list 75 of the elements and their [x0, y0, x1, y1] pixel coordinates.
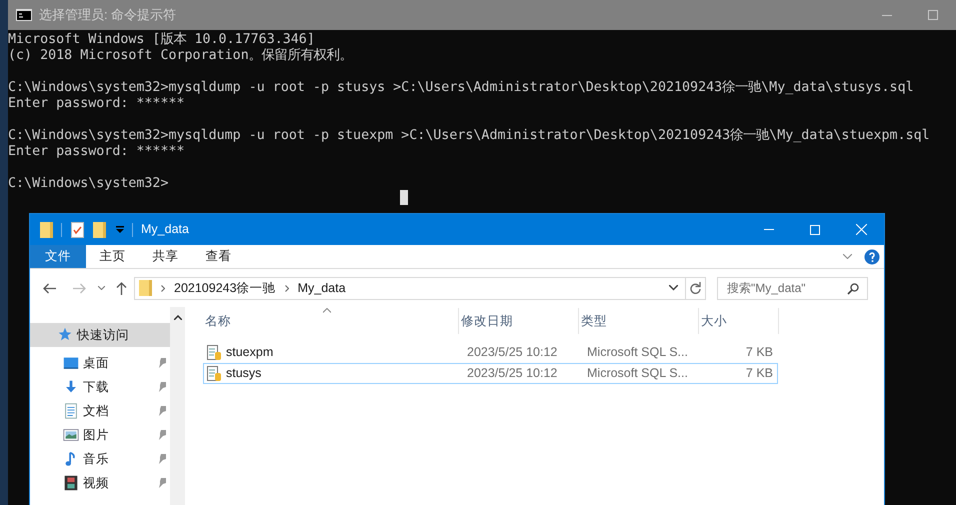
- file-row[interactable]: stuexpm 2023/5/25 10:12 Microsoft SQL S... 7 KB: [203, 342, 778, 363]
- refresh-icon[interactable]: [690, 282, 701, 294]
- console-icon: [16, 9, 32, 21]
- expand-ribbon-icon[interactable]: [843, 254, 852, 259]
- sidebar-label: 视频: [83, 474, 109, 492]
- help-icon[interactable]: [864, 248, 880, 264]
- text-cursor: [400, 190, 408, 205]
- sql-file-icon: [207, 366, 222, 382]
- dropdown-icon[interactable]: [669, 285, 678, 291]
- documents-icon: [62, 402, 80, 420]
- file-type: Microsoft SQL S...: [587, 344, 689, 362]
- properties-icon: [71, 222, 84, 238]
- sidebar-item[interactable]: 音乐: [30, 447, 170, 471]
- modified-date: 2023/5/25 10:12: [467, 365, 558, 382]
- scrollbar[interactable]: [170, 307, 185, 505]
- minimize-icon: [882, 14, 892, 16]
- ribbon-tab[interactable]: 主页: [86, 245, 139, 268]
- file-tab[interactable]: 文件: [30, 245, 86, 268]
- ribbon-tab[interactable]: 查看: [192, 245, 245, 268]
- sidebar-item[interactable]: 图片: [30, 423, 170, 447]
- column-header[interactable]: 类型: [579, 308, 699, 334]
- sidebar-item[interactable]: 文档: [30, 399, 170, 423]
- sidebar-item[interactable]: 视频: [30, 471, 170, 495]
- sidebar-label: 音乐: [83, 450, 109, 468]
- file-name: stusys: [226, 365, 262, 382]
- sidebar-item[interactable]: 快速访问: [30, 323, 170, 347]
- file-size: 7 KB: [744, 344, 773, 362]
- address-bar[interactable]: 202109243徐一驰 My_data: [134, 276, 706, 300]
- sort-caret-icon: [323, 308, 331, 313]
- sidebar-label: 文档: [83, 402, 109, 420]
- back-arrow-icon[interactable]: [43, 282, 56, 294]
- sidebar-label: 快速访问: [77, 326, 129, 344]
- console-line: C:\Windows\system32>mysqldump -u root -p stusys >C:\Users\Administrator\Desktop\202109243徐一驰\My_data\stusys.sql: [8, 80, 915, 96]
- column-header[interactable]: 名称: [203, 308, 459, 334]
- console-line: Microsoft Windows [版本 10.0.17763.346]: [8, 32, 316, 48]
- console-line: C:\Windows\system32>: [8, 176, 170, 192]
- breadcrumb-item[interactable]: My_data: [298, 278, 346, 298]
- chevron-icon: [284, 284, 289, 292]
- window-title: 选择管理员: 命令提示符: [39, 6, 176, 24]
- up-arrow-icon[interactable]: [116, 282, 127, 294]
- sidebar-label: 下载: [83, 378, 109, 396]
- search-icon: [847, 282, 859, 294]
- sql-file-icon: [207, 344, 222, 360]
- file-type: Microsoft SQL S...: [587, 365, 689, 382]
- console-line: Enter password: ******: [8, 144, 186, 160]
- ribbon-tab[interactable]: 共享: [139, 245, 192, 268]
- close-icon: [856, 224, 866, 235]
- console-line: (c) 2018 Microsoft Corporation。保留所有权利。: [8, 48, 354, 64]
- dropdown-icon[interactable]: [116, 226, 124, 234]
- folder-icon: [40, 222, 53, 238]
- column-header[interactable]: 修改日期: [459, 308, 579, 334]
- modified-date: 2023/5/25 10:12: [467, 344, 558, 362]
- sidebar-item[interactable]: 桌面: [30, 351, 170, 375]
- recent-dropdown-icon[interactable]: [98, 286, 105, 290]
- console-line: Enter password: ******: [8, 96, 186, 112]
- column-header[interactable]: 大小: [699, 308, 779, 334]
- sidebar-label: 桌面: [83, 354, 109, 372]
- sidebar-label: 图片: [83, 426, 109, 444]
- file-name: stuexpm: [226, 344, 274, 362]
- folder-icon: [139, 280, 152, 296]
- minimize-icon: [764, 229, 774, 230]
- maximize-icon: [928, 10, 938, 20]
- chevron-icon: [161, 284, 165, 292]
- file-row[interactable]: stusys 2023/5/25 10:12 Microsoft SQL S... 7 KB: [203, 363, 778, 384]
- scroll-up-icon[interactable]: [174, 315, 182, 320]
- window-title: My_data: [141, 221, 189, 238]
- search-field[interactable]: 搜索"My_data": [717, 276, 868, 300]
- videos-icon: [62, 474, 80, 492]
- file-size: 7 KB: [744, 365, 773, 382]
- breadcrumb-item[interactable]: 202109243徐一驰: [174, 278, 276, 298]
- pictures-icon: [62, 426, 80, 444]
- new-folder-icon: [93, 222, 106, 238]
- maximize-icon: [810, 224, 820, 234]
- sidebar-item[interactable]: 下载: [30, 375, 170, 399]
- console-line: C:\Windows\system32>mysqldump -u root -p stuexpm >C:\Users\Administrator\Desktop\202109243徐一驰\My_data\stuexpm.sql: [8, 128, 931, 144]
